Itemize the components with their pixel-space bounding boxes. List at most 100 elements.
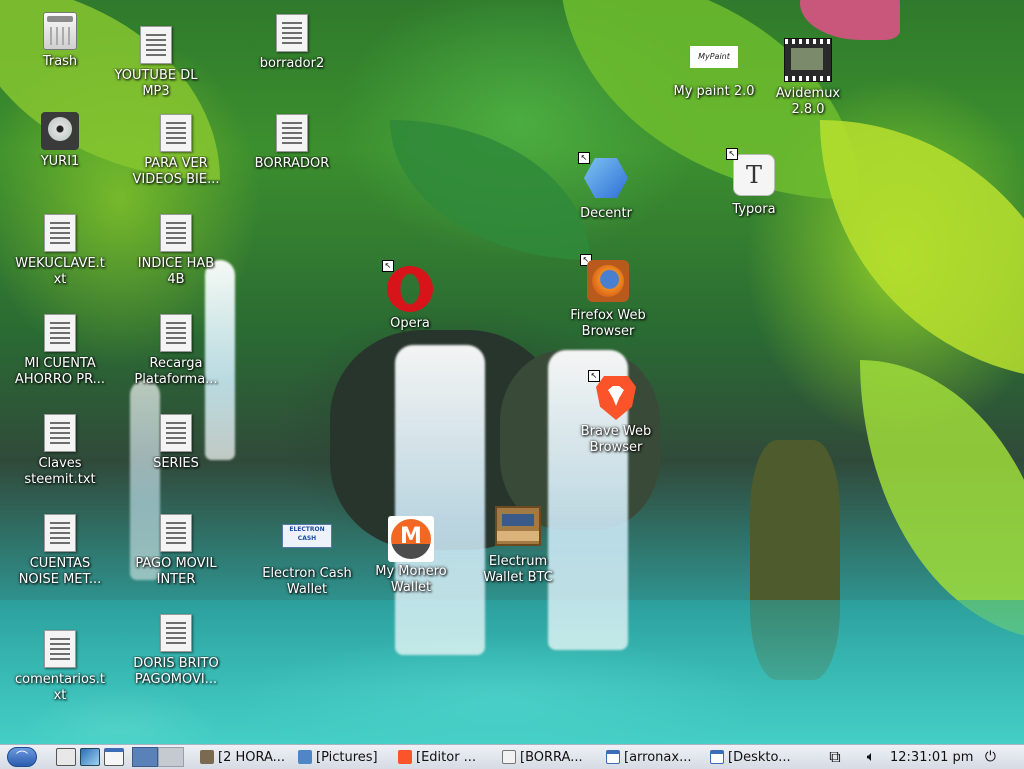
icon-label: borrador2	[259, 56, 325, 71]
firefox-icon: ↖	[580, 254, 632, 306]
workspace-2[interactable]	[158, 747, 184, 767]
text-file-icon	[41, 630, 79, 670]
typora-glyph: T	[733, 154, 775, 196]
desktop-icon-avidemux[interactable]: Avidemux 2.8.0	[756, 38, 860, 118]
icon-label: Decentr	[580, 206, 632, 221]
desktop-icon-youtube-dl[interactable]: YOUTUBE DL MP3	[104, 26, 208, 100]
desktop-icon-decentr[interactable]: ↖ Decentr	[554, 152, 658, 222]
trash-icon	[41, 12, 79, 52]
icon-label: Electrum Wallet BTC	[483, 554, 553, 585]
icon-label: CUENTAS NOISE MET...	[18, 556, 102, 587]
workspace-switcher[interactable]	[132, 746, 184, 768]
avidemux-icon	[784, 38, 832, 84]
start-menu-icon: ⌒	[7, 747, 37, 767]
show-desktop-icon[interactable]	[80, 748, 100, 766]
desktop-icon-indice-hab[interactable]: INDICE HAB 4B	[124, 214, 228, 288]
desktop-icon-trash[interactable]: Trash	[8, 12, 112, 70]
icon-label: WEKUCLAVE.t xt	[15, 256, 105, 287]
file-manager-icon[interactable]	[56, 748, 76, 766]
icon-label: BORRADOR	[254, 156, 330, 171]
task-button-brave-editor[interactable]: [Editor ...	[394, 746, 498, 768]
task-button-arronax[interactable]: [arronax...	[602, 746, 706, 768]
text-file-icon	[137, 26, 175, 66]
desktop-icon-comentarios[interactable]: comentarios.t xt	[8, 630, 112, 704]
desktop-icon-cuentas-noise[interactable]: CUENTAS NOISE MET...	[8, 514, 112, 588]
desktop-icon-brave[interactable]: ↖ Brave Web Browser	[564, 370, 668, 456]
desktop-icon-mypaint[interactable]: MyPaint My paint 2.0	[662, 42, 766, 100]
text-file-icon	[41, 214, 79, 254]
icon-label: DORIS BRITO PAGOMOVI...	[133, 656, 219, 687]
text-file-icon	[157, 514, 195, 554]
desktop-icon-borrador[interactable]: BORRADOR	[240, 114, 344, 172]
volume-icon[interactable]: 🔈︎	[860, 746, 882, 768]
desktop-icon-borrador2[interactable]: borrador2	[240, 14, 344, 72]
icon-label: Recarga Plataforma...	[134, 356, 218, 387]
desktop-icon-para-ver-videos[interactable]: PARA VER VIDEOS BIE...	[124, 114, 228, 188]
mypaint-logo-text: MyPaint	[690, 46, 738, 68]
desktop-icon-my-monero[interactable]: M My Monero Wallet	[359, 516, 463, 596]
task-button-borrador[interactable]: [BORRA...	[498, 746, 602, 768]
desktop-icon-mi-cuenta[interactable]: MI CUENTA AHORRO PR...	[8, 314, 112, 388]
clock[interactable]: 12:31:01 pm	[890, 746, 973, 768]
browser-launch-icon[interactable]	[104, 748, 124, 766]
desktop-icon-claves-steemit[interactable]: Claves steemit.txt	[8, 414, 112, 488]
desktop-icon-wekuclave[interactable]: WEKUCLAVE.t xt	[8, 214, 112, 288]
task-label: [arronax...	[624, 749, 692, 765]
icon-label: Trash	[42, 54, 78, 69]
electrum-icon	[494, 506, 542, 552]
desktop-icon-recarga-plataforma[interactable]: Recarga Plataforma...	[124, 314, 228, 388]
wallpaper-foliage	[860, 360, 1024, 640]
task-button-pictures[interactable]: [Pictures]	[294, 746, 394, 768]
workspace-1[interactable]	[132, 747, 158, 767]
gimp-icon	[200, 750, 214, 764]
shortcut-arrow-icon: ↖	[726, 148, 738, 160]
icon-label: YOUTUBE DL MP3	[114, 68, 198, 99]
task-label: [Editor ...	[416, 749, 477, 765]
wallpaper-flower	[800, 0, 900, 40]
electron-cash-icon: ELECTRON CASH	[282, 524, 332, 564]
desktop-icon-firefox[interactable]: ↖ Firefox Web Browser	[556, 254, 660, 340]
icon-label: PAGO MOVIL INTER	[135, 556, 217, 587]
brave-icon: ↖	[588, 370, 640, 422]
text-file-icon	[157, 614, 195, 654]
shortcut-arrow-icon: ↖	[588, 370, 600, 382]
task-label: [Deskto...	[728, 749, 791, 765]
window-icon	[606, 750, 620, 764]
desktop-icon-series[interactable]: SERIES	[124, 414, 228, 472]
monero-icon: M	[387, 516, 435, 562]
icon-label: Electron Cash Wallet	[262, 566, 352, 597]
power-icon[interactable]: ⏻	[981, 746, 999, 768]
icon-label: My Monero Wallet	[375, 564, 447, 595]
task-label: [Pictures]	[316, 749, 378, 765]
opera-icon: ↖	[382, 260, 434, 314]
icon-label: YURI1	[40, 154, 80, 169]
icon-label: Avidemux 2.8.0	[775, 86, 841, 117]
network-icon[interactable]: ⧉	[824, 746, 846, 768]
text-file-icon	[41, 314, 79, 354]
decentr-icon: ↖	[578, 152, 630, 204]
task-label: [2 HORA...	[218, 749, 286, 765]
task-button-desktop[interactable]: [Deskto...	[706, 746, 810, 768]
window-icon	[710, 750, 724, 764]
desktop-icon-typora[interactable]: ↖ T Typora	[702, 148, 806, 218]
icon-label: Brave Web Browser	[580, 424, 652, 455]
shortcut-arrow-icon: ↖	[578, 152, 590, 164]
icon-label: INDICE HAB 4B	[137, 256, 215, 287]
desktop-icon-electron-cash[interactable]: ELECTRON CASH Electron Cash Wallet	[255, 516, 359, 598]
electron-cash-logo-text: ELECTRON CASH	[282, 524, 332, 548]
desktop-icon-opera[interactable]: ↖ Opera	[358, 260, 462, 332]
desktop-icon-doris-brito[interactable]: DORIS BRITO PAGOMOVI...	[124, 614, 228, 688]
desktop-icon-yuri1[interactable]: YURI1	[8, 112, 112, 170]
task-button-gimp[interactable]: [2 HORA...	[196, 746, 294, 768]
icon-label: Claves steemit.txt	[24, 456, 96, 487]
icon-label: PARA VER VIDEOS BIE...	[132, 156, 220, 187]
folder-icon	[298, 750, 312, 764]
desktop-icon-pago-movil[interactable]: PAGO MOVIL INTER	[124, 514, 228, 588]
start-menu-button[interactable]: ⌒	[0, 746, 44, 768]
text-editor-icon	[502, 750, 516, 764]
icon-label: Opera	[390, 316, 430, 331]
desktop-icon-electrum[interactable]: Electrum Wallet BTC	[466, 506, 570, 586]
icon-label: SERIES	[153, 456, 199, 471]
quick-launch	[54, 746, 126, 768]
disc-icon	[41, 112, 79, 152]
